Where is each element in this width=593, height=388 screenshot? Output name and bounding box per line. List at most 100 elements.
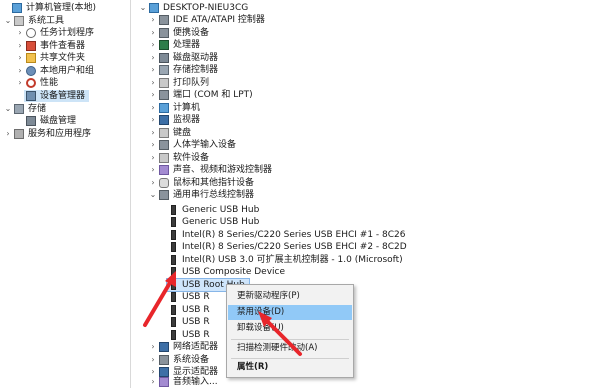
device-ehci-2[interactable]: Intel(R) 8 Series/C220 Series USB EHCI #… bbox=[167, 241, 407, 253]
category-hid[interactable]: › 人体学输入设备 bbox=[149, 139, 236, 151]
tree-item-device-manager[interactable]: 设备管理器 bbox=[24, 90, 90, 102]
category-print-queues[interactable]: › 打印队列 bbox=[149, 77, 209, 89]
chevron-right-icon[interactable]: › bbox=[16, 27, 24, 39]
device-tree-root[interactable]: ⌄ DESKTOP-NIEU3CG bbox=[139, 2, 248, 14]
tree-item-event-viewer[interactable]: › 事件查看器 bbox=[16, 40, 85, 52]
device-usb-root-hub-3[interactable]: USB R bbox=[167, 304, 210, 316]
category-monitors[interactable]: › 监视器 bbox=[149, 114, 200, 126]
menu-scan-hardware[interactable]: 扫描检测硬件改动(A) bbox=[228, 341, 352, 356]
tree-item-label: 存储 bbox=[28, 104, 47, 114]
chevron-down-icon[interactable]: ⌄ bbox=[4, 103, 12, 115]
tree-item-system-tools[interactable]: ⌄ 系统工具 bbox=[4, 15, 64, 27]
tree-item-label: 共享文件夹 bbox=[40, 53, 86, 63]
tree-item-local-users[interactable]: › 本地用户和组 bbox=[16, 65, 94, 77]
event-viewer-icon bbox=[26, 41, 36, 51]
chevron-right-icon[interactable]: › bbox=[149, 27, 157, 39]
disk-drive-icon bbox=[159, 53, 169, 63]
portable-device-icon bbox=[159, 28, 169, 38]
tree-item-label: USB R bbox=[182, 317, 210, 327]
chevron-down-icon[interactable]: ⌄ bbox=[139, 2, 147, 14]
chevron-right-icon[interactable]: › bbox=[149, 102, 157, 114]
chevron-right-icon[interactable]: › bbox=[149, 354, 157, 366]
usb-icon bbox=[171, 280, 176, 290]
device-ehci-1[interactable]: Intel(R) 8 Series/C220 Series USB EHCI #… bbox=[167, 229, 406, 241]
chevron-right-icon[interactable]: › bbox=[149, 376, 157, 388]
tree-item-label: 服务和应用程序 bbox=[28, 129, 92, 139]
chevron-right-icon[interactable]: › bbox=[149, 127, 157, 139]
mouse-icon bbox=[159, 178, 169, 188]
category-software-devices[interactable]: › 软件设备 bbox=[149, 152, 209, 164]
tree-item-label: 音频输入... bbox=[173, 377, 218, 387]
storage-icon bbox=[14, 104, 24, 114]
category-computer[interactable]: › 计算机 bbox=[149, 102, 200, 114]
device-usb-root-hub-4[interactable]: USB R bbox=[167, 316, 210, 328]
chevron-right-icon[interactable]: › bbox=[149, 114, 157, 126]
tree-item-label: USB R bbox=[182, 292, 210, 302]
menu-separator bbox=[231, 339, 349, 340]
category-ide-ata[interactable]: › IDE ATA/ATAPI 控制器 bbox=[149, 14, 265, 26]
category-usb-controllers[interactable]: ⌄ 通用串行总线控制器 bbox=[149, 189, 254, 201]
device-usb-root-hub-2[interactable]: USB R bbox=[167, 291, 210, 303]
chevron-right-icon[interactable]: › bbox=[149, 39, 157, 51]
tree-item-label: USB Composite Device bbox=[182, 267, 286, 277]
tree-item-label: 人体学输入设备 bbox=[173, 140, 237, 150]
category-ports[interactable]: › 端口 (COM 和 LPT) bbox=[149, 89, 253, 101]
chevron-down-icon[interactable]: ⌄ bbox=[4, 15, 12, 27]
audio-input-icon bbox=[159, 377, 169, 387]
tree-item-label: 通用串行总线控制器 bbox=[173, 190, 255, 200]
device-generic-usb-hub-2[interactable]: Generic USB Hub bbox=[167, 216, 259, 228]
category-disk-drives[interactable]: › 磁盘驱动器 bbox=[149, 52, 218, 64]
chevron-right-icon[interactable]: › bbox=[16, 77, 24, 89]
usb-icon bbox=[171, 205, 176, 215]
chevron-right-icon[interactable]: › bbox=[4, 128, 12, 140]
tree-item-computer-management[interactable]: 计算机管理(本地) bbox=[2, 2, 96, 14]
category-system-devices[interactable]: › 系统设备 bbox=[149, 354, 209, 366]
chevron-down-icon[interactable]: ⌄ bbox=[149, 189, 157, 201]
menu-separator bbox=[231, 358, 349, 359]
tree-item-performance[interactable]: › 性能 bbox=[16, 77, 58, 89]
network-adapter-icon bbox=[159, 342, 169, 352]
chevron-right-icon[interactable]: › bbox=[16, 65, 24, 77]
device-generic-usb-hub-1[interactable]: Generic USB Hub bbox=[167, 204, 259, 216]
menu-properties[interactable]: 属性(R) bbox=[228, 360, 352, 375]
system-device-icon bbox=[159, 355, 169, 365]
category-keyboards[interactable]: › 键盘 bbox=[149, 127, 191, 139]
chevron-right-icon[interactable]: › bbox=[149, 164, 157, 176]
chevron-right-icon[interactable]: › bbox=[16, 40, 24, 52]
tree-item-services-apps[interactable]: › 服务和应用程序 bbox=[4, 128, 91, 140]
chevron-right-icon[interactable]: › bbox=[149, 152, 157, 164]
tree-item-label: 打印队列 bbox=[173, 78, 210, 88]
chevron-right-icon[interactable]: › bbox=[149, 89, 157, 101]
tree-item-label: 声音、视频和游戏控制器 bbox=[173, 165, 273, 175]
tree-item-storage[interactable]: ⌄ 存储 bbox=[4, 103, 46, 115]
chevron-right-icon[interactable]: › bbox=[16, 52, 24, 64]
device-usb-composite[interactable]: USB Composite Device bbox=[167, 266, 285, 278]
category-mice[interactable]: › 鼠标和其他指针设备 bbox=[149, 177, 254, 189]
chevron-right-icon[interactable]: › bbox=[149, 77, 157, 89]
chevron-right-icon[interactable]: › bbox=[149, 177, 157, 189]
tree-item-shared-folders[interactable]: › 共享文件夹 bbox=[16, 52, 85, 64]
chevron-right-icon[interactable]: › bbox=[149, 341, 157, 353]
device-usb-root-hub-5[interactable]: USB R bbox=[167, 329, 210, 341]
tree-item-label: 计算机管理(本地) bbox=[26, 3, 97, 13]
chevron-right-icon[interactable]: › bbox=[149, 64, 157, 76]
chevron-right-icon[interactable]: › bbox=[149, 52, 157, 64]
menu-update-driver[interactable]: 更新驱动程序(P) bbox=[228, 289, 352, 304]
tree-item-label: DESKTOP-NIEU3CG bbox=[163, 3, 249, 13]
category-network-adapters[interactable]: › 网络适配器 bbox=[149, 341, 218, 353]
services-icon bbox=[14, 129, 24, 139]
device-usb3-host[interactable]: Intel(R) USB 3.0 可扩展主机控制器 - 1.0 (Microso… bbox=[167, 254, 403, 266]
category-processors[interactable]: › 处理器 bbox=[149, 39, 200, 51]
tree-item-disk-management[interactable]: 磁盘管理 bbox=[24, 115, 76, 127]
tree-item-task-scheduler[interactable]: › 任务计划程序 bbox=[16, 27, 94, 39]
category-sound-video[interactable]: › 声音、视频和游戏控制器 bbox=[149, 164, 272, 176]
category-storage-controllers[interactable]: › 存储控制器 bbox=[149, 64, 218, 76]
category-portable-devices[interactable]: › 便携设备 bbox=[149, 27, 209, 39]
menu-disable-device[interactable]: 禁用设备(D) bbox=[228, 305, 352, 320]
device-tree-pane: ⌄ DESKTOP-NIEU3CG › IDE ATA/ATAPI 控制器 › … bbox=[131, 0, 593, 388]
chevron-right-icon[interactable]: › bbox=[149, 139, 157, 151]
chevron-right-icon[interactable]: › bbox=[149, 14, 157, 26]
menu-uninstall-device[interactable]: 卸载设备(U) bbox=[228, 321, 352, 336]
keyboard-icon bbox=[159, 128, 169, 138]
category-audio-inputs[interactable]: › 音频输入... bbox=[149, 376, 218, 388]
